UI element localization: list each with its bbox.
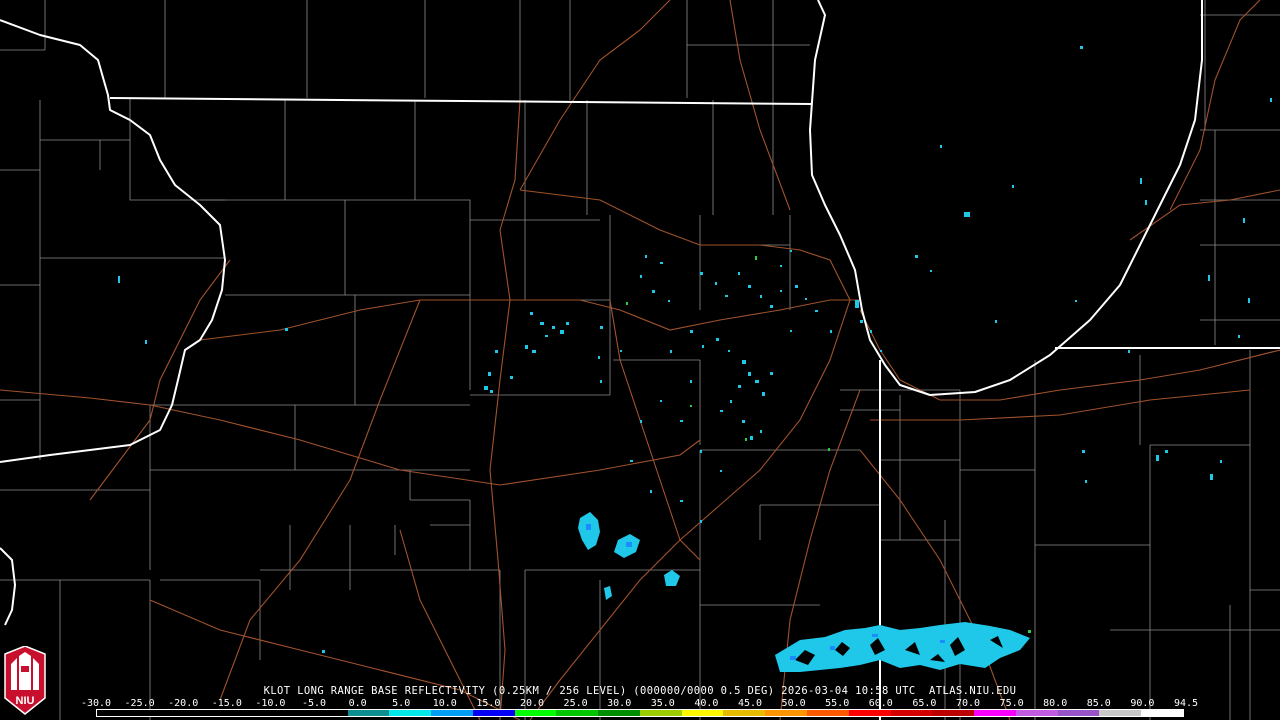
colorbar-tick-label: 80.0 bbox=[1043, 698, 1068, 709]
colorbar-segment bbox=[138, 710, 181, 716]
colorbar-segment bbox=[1099, 710, 1142, 716]
colorbar-tick-label: 30.0 bbox=[607, 698, 632, 709]
colorbar-segment bbox=[890, 710, 933, 716]
colorbar-segment bbox=[472, 710, 515, 716]
colorbar-tick-label: 15.0 bbox=[476, 698, 501, 709]
colorbar-segment bbox=[1057, 710, 1100, 716]
colorbar-tick-label: -5.0 bbox=[301, 698, 327, 709]
colorbar-segment bbox=[598, 710, 640, 716]
colorbar-tick-label: 40.0 bbox=[694, 698, 719, 709]
colorbar-segment bbox=[264, 710, 306, 716]
colorbar-tick-label: 90.0 bbox=[1130, 698, 1155, 709]
colorbar-segment bbox=[222, 710, 265, 716]
colorbar-segment bbox=[807, 710, 849, 716]
colorbar-segment bbox=[431, 710, 473, 716]
colorbar-segment bbox=[765, 710, 808, 716]
colorbar-tick-label: 55.0 bbox=[825, 698, 850, 709]
colorbar-segment bbox=[1015, 710, 1058, 716]
colorbar-tick-label: 70.0 bbox=[955, 698, 981, 709]
colorbar-tick-label: 94.5 bbox=[1173, 698, 1199, 709]
reflectivity-colorbar bbox=[96, 709, 1184, 717]
colorbar-segment bbox=[639, 710, 682, 716]
colorbar-tick-label: 20.0 bbox=[519, 698, 545, 709]
product-caption: KLOT LONG RANGE BASE REFLECTIVITY (0.25K… bbox=[263, 685, 1017, 697]
colorbar-segment bbox=[681, 710, 724, 716]
colorbar-tick-label: 50.0 bbox=[781, 698, 806, 709]
colorbar-segment bbox=[389, 710, 432, 716]
colorbar-tick-label: 10.0 bbox=[432, 698, 457, 709]
colorbar-segment bbox=[305, 710, 348, 716]
colorbar-segment bbox=[848, 710, 891, 716]
colorbar-segment bbox=[97, 710, 139, 716]
colorbar-tick-label: 25.0 bbox=[563, 698, 588, 709]
colorbar-segment bbox=[180, 710, 223, 716]
colorbar-tick-label: -25.0 bbox=[124, 698, 155, 709]
colorbar-tick-label: 75.0 bbox=[999, 698, 1024, 709]
colorbar-labels: -30.0 -25.0 -20.0 -15.0 -10.0 -5.0 0.0 5.0 10.0 1… bbox=[81, 698, 1198, 709]
colorbar-tick-label: 65.0 bbox=[912, 698, 937, 709]
colorbar-tick-label: 45.0 bbox=[737, 698, 763, 709]
niu-logo-icon: NIU bbox=[4, 646, 46, 715]
colorbar-tick-label: -30.0 bbox=[80, 698, 112, 709]
colorbar-tick-label: -20.0 bbox=[168, 698, 199, 709]
colorbar-tick-label: 0.0 bbox=[348, 698, 367, 709]
colorbar-tick-label: 60.0 bbox=[868, 698, 893, 709]
colorbar-tick-label: -15.0 bbox=[211, 698, 242, 709]
colorbar-tick-label: 85.0 bbox=[1086, 698, 1111, 709]
colorbar-segment bbox=[514, 710, 557, 716]
colorbar-segment bbox=[1141, 710, 1183, 716]
colorbar-tick-label: -10.0 bbox=[255, 698, 286, 709]
colorbar-tick-label: 35.0 bbox=[650, 698, 675, 709]
colorbar-segment bbox=[723, 710, 766, 716]
colorbar-tick-label: 5.0 bbox=[392, 698, 411, 709]
colorbar-segment bbox=[347, 710, 390, 716]
radar-map bbox=[0, 0, 1280, 720]
colorbar-segment bbox=[974, 710, 1016, 716]
colorbar-segment bbox=[556, 710, 599, 716]
colorbar-segment bbox=[932, 710, 975, 716]
